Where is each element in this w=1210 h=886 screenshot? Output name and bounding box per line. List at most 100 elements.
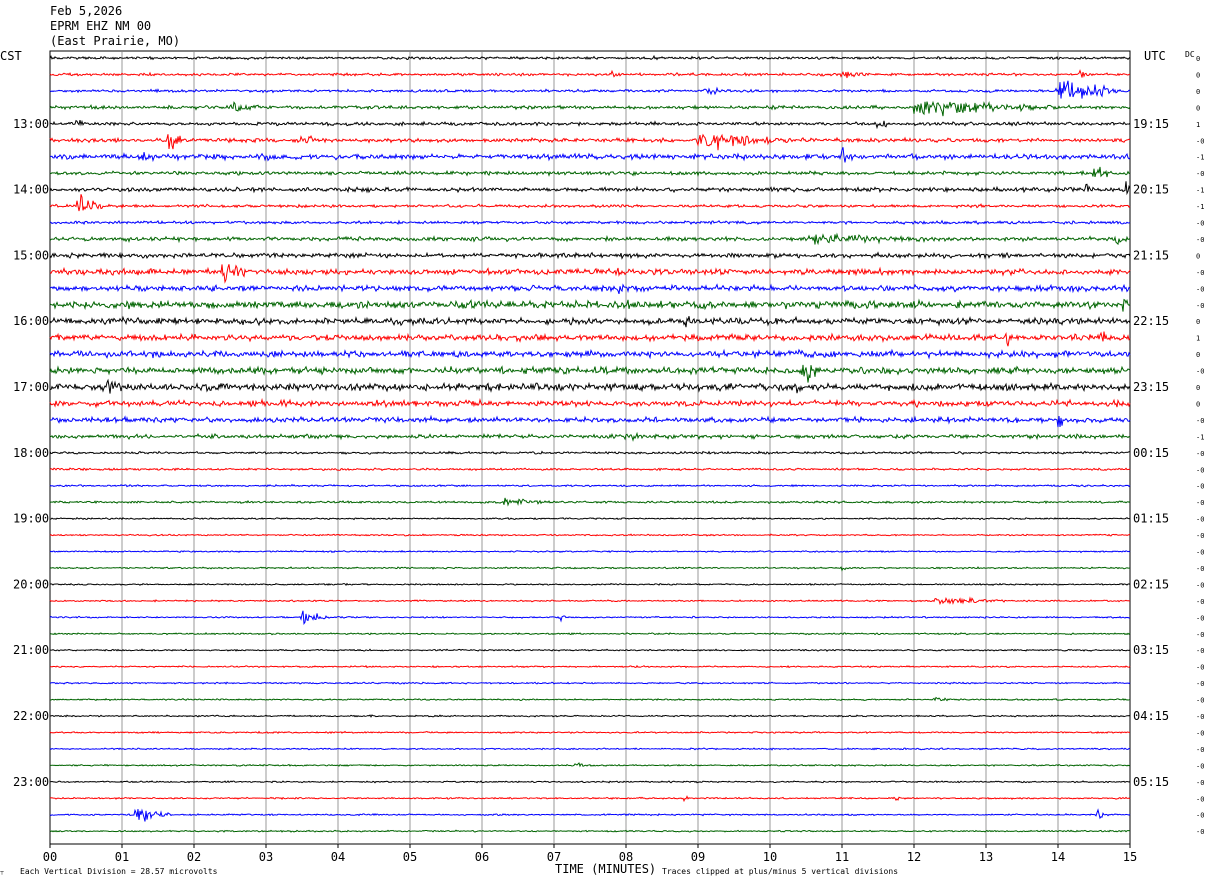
- dc-offset-label: -0: [1196, 466, 1204, 474]
- right-timezone-label: UTC: [1144, 49, 1166, 63]
- seismic-trace-0: [49, 54, 1131, 61]
- seismic-trace-33: [49, 596, 1131, 606]
- seismic-trace-12: [49, 251, 1131, 260]
- x-tick-label: 09: [691, 850, 705, 864]
- dc-offset-label: 0: [1196, 384, 1200, 392]
- x-tick-label: 05: [403, 850, 417, 864]
- seismic-trace-36: [49, 648, 1131, 652]
- seismic-trace-47: [49, 829, 1131, 833]
- seismic-trace-42: [49, 747, 1131, 751]
- seismic-trace-14: [49, 283, 1131, 295]
- x-axis-ticks: 00 01 02 03 04 05 06 07 08 09 10 11 12 13 14 15: [43, 844, 1137, 864]
- seismic-trace-37: [49, 664, 1131, 669]
- cst-hour-label: 23:00: [13, 775, 49, 789]
- dc-offset-label: -0: [1196, 269, 1204, 277]
- dc-offset-label: -0: [1196, 532, 1204, 540]
- dc-offset-label: -1: [1196, 154, 1204, 162]
- dc-offset-label: -0: [1196, 697, 1204, 705]
- seismic-traces: [49, 54, 1131, 833]
- seismic-trace-39: [49, 696, 1131, 702]
- dc-offset-label: -0: [1196, 236, 1204, 244]
- cst-hour-label: 15:00: [13, 248, 49, 262]
- x-tick-label: 10: [763, 850, 777, 864]
- dc-offset-label: -0: [1196, 795, 1204, 803]
- seismogram-plot: Feb 5,2026 EPRM EHZ NM 00 (East Prairie,…: [0, 4, 1204, 879]
- seismic-trace-41: [49, 730, 1131, 735]
- dc-offset-label: -0: [1196, 812, 1204, 820]
- dc-offset-label: 0: [1196, 71, 1200, 79]
- seismic-trace-30: [49, 549, 1131, 554]
- dc-offset-label: -0: [1196, 565, 1204, 573]
- seismic-trace-23: [49, 431, 1131, 442]
- seismic-trace-3: [49, 100, 1131, 117]
- dc-offset-label: -1: [1196, 203, 1204, 211]
- cst-hour-label: 13:00: [13, 117, 49, 131]
- header-location: (East Prairie, MO): [50, 34, 180, 48]
- cst-hour-labels: 13:00 14:00 15:00 16:00 17:00 18:00 19:00 20:00…: [13, 117, 49, 789]
- x-tick-label: 15: [1123, 850, 1137, 864]
- seismic-trace-17: [49, 331, 1131, 347]
- x-tick-label: 12: [907, 850, 921, 864]
- dc-offset-label: 0: [1196, 318, 1200, 326]
- utc-hour-label: 02:15: [1133, 577, 1169, 591]
- seismic-trace-10: [49, 219, 1131, 226]
- seismic-trace-7: [49, 166, 1131, 178]
- footer-scale-note: Each Vertical Division = 28.57 microvolt…: [20, 867, 218, 876]
- seismic-trace-18: [49, 348, 1131, 360]
- seismic-trace-43: [49, 762, 1131, 768]
- plot-frame: [49, 50, 1131, 845]
- dc-offset-label: -0: [1196, 285, 1204, 293]
- seismic-trace-26: [49, 483, 1131, 488]
- cst-hour-label: 14:00: [13, 183, 49, 197]
- footer-scale-note-mark: ⸆: [0, 870, 4, 879]
- seismic-trace-27: [49, 497, 1131, 507]
- dc-offset-label: 0: [1196, 351, 1200, 359]
- header-date: Feb 5,2026: [50, 4, 122, 18]
- dc-offset-label: -0: [1196, 729, 1204, 737]
- dc-offset-label: -0: [1196, 220, 1204, 228]
- cst-hour-label: 19:00: [13, 512, 49, 526]
- utc-hour-label: 19:15: [1133, 117, 1169, 131]
- dc-offset-label: -0: [1196, 499, 1204, 507]
- dc-offset-label: -0: [1196, 483, 1204, 491]
- x-tick-label: 03: [259, 850, 273, 864]
- dc-offset-label: -0: [1196, 368, 1204, 376]
- dc-offset-label: -0: [1196, 417, 1204, 425]
- dc-offset-label: -0: [1196, 614, 1204, 622]
- seismic-trace-13: [49, 264, 1131, 284]
- dc-offset-label: -0: [1196, 680, 1204, 688]
- seismic-trace-4: [49, 119, 1131, 130]
- cst-hour-label: 22:00: [13, 709, 49, 723]
- dc-offset-label: 0: [1196, 88, 1200, 96]
- utc-hour-label: 23:15: [1133, 380, 1169, 394]
- x-tick-label: 04: [331, 850, 345, 864]
- seismic-trace-32: [49, 582, 1131, 587]
- utc-hour-label: 03:15: [1133, 643, 1169, 657]
- utc-hour-labels: 19:15 20:15 21:15 22:15 23:15 00:15 01:15 02:15…: [1133, 117, 1169, 789]
- dc-offset-label: -0: [1196, 779, 1204, 787]
- seismic-trace-6: [49, 147, 1131, 163]
- utc-hour-label: 05:15: [1133, 775, 1169, 789]
- cst-hour-label: 16:00: [13, 314, 49, 328]
- utc-hour-label: 22:15: [1133, 314, 1169, 328]
- utc-hour-label: 04:15: [1133, 709, 1169, 723]
- seismic-trace-45: [49, 795, 1131, 803]
- dc-offset-label: -0: [1196, 664, 1204, 672]
- seismic-trace-40: [49, 714, 1131, 718]
- seismic-trace-21: [49, 397, 1131, 409]
- cst-hour-label: 18:00: [13, 446, 49, 460]
- x-axis-label: TIME (MINUTES): [555, 862, 656, 876]
- dc-offset-label: -0: [1196, 647, 1204, 655]
- dc-offset-label: -0: [1196, 746, 1204, 754]
- dc-offset-label: 0: [1196, 104, 1200, 112]
- dc-column-label: DC: [1185, 50, 1195, 59]
- footer-clip-note: Traces clipped at plus/minus 5 vertical …: [662, 867, 898, 876]
- x-tick-label: 02: [187, 850, 201, 864]
- seismic-trace-24: [49, 450, 1131, 456]
- dc-offset-label: -0: [1196, 581, 1204, 589]
- seismic-trace-25: [49, 467, 1131, 472]
- left-timezone-label: CST: [0, 49, 22, 63]
- dc-offset-labels: 0 0 0 0 1 -0 -1 -0 -1 -1 -0 -0 0 -0 -0 -0 0 1 0 -0 0 0 -0 -1 -0 -…: [1196, 55, 1204, 836]
- header-station: EPRM EHZ NM 00: [50, 19, 151, 33]
- dc-offset-label: -0: [1196, 450, 1204, 458]
